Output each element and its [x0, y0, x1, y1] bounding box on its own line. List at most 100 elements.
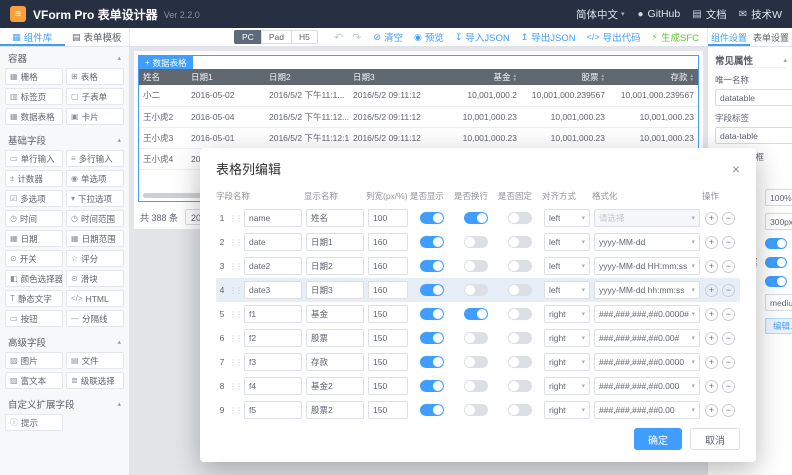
widget-item[interactable]: ▭按钮: [5, 310, 63, 327]
widget-item[interactable]: ▦数据表格: [5, 108, 63, 125]
toggle-switch[interactable]: [765, 276, 787, 287]
wrap-column-switch[interactable]: [464, 380, 488, 392]
widget-item[interactable]: ⊙开关: [5, 250, 63, 267]
widget-item[interactable]: ◧颜色选择器: [5, 270, 63, 287]
show-column-switch[interactable]: [420, 356, 444, 368]
widget-item[interactable]: ◷时间范围: [66, 210, 124, 227]
display-name-input[interactable]: 股票: [306, 329, 364, 347]
panel-tab[interactable]: ▤表单模板: [65, 28, 130, 46]
display-name-input[interactable]: 存款: [306, 353, 364, 371]
column-width-input[interactable]: 150: [368, 377, 408, 395]
fixed-column-switch[interactable]: [508, 332, 532, 344]
show-column-switch[interactable]: [420, 212, 444, 224]
drag-handle-icon[interactable]: ⋮⋮: [228, 334, 242, 343]
remove-column-button[interactable]: −: [722, 212, 735, 225]
remove-column-button[interactable]: −: [722, 332, 735, 345]
edit-columns-button[interactable]: 编辑...: [765, 318, 792, 334]
common-props-header[interactable]: 常见属性 ▴: [715, 52, 787, 68]
show-column-switch[interactable]: [420, 404, 444, 416]
property-input[interactable]: 300px: [765, 213, 792, 230]
redo-icon[interactable]: ↷: [352, 31, 361, 44]
wrap-column-switch[interactable]: [464, 308, 488, 320]
field-name-input[interactable]: name: [244, 209, 302, 227]
widget-item[interactable]: ▦日期: [5, 230, 63, 247]
toolbar-action-button[interactable]: ⚡生成SFC: [652, 30, 699, 44]
add-column-button[interactable]: +: [705, 260, 718, 273]
field-name-input[interactable]: f2: [244, 329, 302, 347]
add-column-button[interactable]: +: [705, 332, 718, 345]
toolbar-action-button[interactable]: ↥导出JSON: [521, 30, 576, 44]
property-select[interactable]: medium▾: [765, 294, 792, 311]
widget-item[interactable]: ⓘ提示: [5, 414, 63, 431]
column-width-input[interactable]: 160: [368, 257, 408, 275]
fixed-column-switch[interactable]: [508, 260, 532, 272]
field-name-input[interactable]: f5: [244, 401, 302, 419]
add-column-button[interactable]: +: [705, 356, 718, 369]
align-select[interactable]: left▾: [544, 209, 590, 227]
align-select[interactable]: right▾: [544, 377, 590, 395]
widget-item[interactable]: ◷时间: [5, 210, 63, 227]
format-select[interactable]: 请选择▾: [594, 209, 700, 227]
fixed-column-switch[interactable]: [508, 284, 532, 296]
column-header[interactable]: 存款▲▼: [609, 69, 698, 85]
widget-item[interactable]: ⊝滑块: [66, 270, 124, 287]
display-name-input[interactable]: 姓名: [306, 209, 364, 227]
remove-column-button[interactable]: −: [722, 404, 735, 417]
show-column-switch[interactable]: [420, 308, 444, 320]
widget-item[interactable]: ▾下拉选项: [66, 190, 124, 207]
align-select[interactable]: left▾: [544, 233, 590, 251]
widget-item[interactable]: </>HTML: [66, 290, 124, 307]
column-width-input[interactable]: 150: [368, 305, 408, 323]
remove-column-button[interactable]: −: [722, 380, 735, 393]
toolbar-action-button[interactable]: ◉预览: [414, 30, 444, 44]
header-link[interactable]: ●GitHub: [638, 8, 681, 20]
column-header[interactable]: 姓名: [139, 69, 187, 85]
property-input[interactable]: 100%: [765, 189, 792, 206]
toggle-switch[interactable]: [765, 238, 787, 249]
field-name-input[interactable]: date: [244, 233, 302, 251]
drag-handle-icon[interactable]: ⋮⋮: [228, 262, 242, 271]
device-button[interactable]: Pad: [261, 30, 292, 44]
display-name-input[interactable]: 基金2: [306, 377, 364, 395]
column-header[interactable]: 基金▲▼: [433, 69, 521, 85]
fixed-column-switch[interactable]: [508, 404, 532, 416]
format-select[interactable]: ###,###,###,##0.0000#▾: [594, 305, 700, 323]
align-select[interactable]: right▾: [544, 401, 590, 419]
align-select[interactable]: left▾: [544, 257, 590, 275]
format-select[interactable]: yyyy-MM-dd hh:mm:ss▾: [594, 281, 700, 299]
remove-column-button[interactable]: −: [722, 260, 735, 273]
widget-item[interactable]: ▢子表单: [66, 88, 124, 105]
field-name-input[interactable]: f3: [244, 353, 302, 371]
sidebar-section-header[interactable]: 高级字段▴: [0, 334, 129, 350]
remove-column-button[interactable]: −: [722, 236, 735, 249]
align-select[interactable]: right▾: [544, 305, 590, 323]
widget-item[interactable]: ▥标签页: [5, 88, 63, 105]
widget-item[interactable]: ☑多选项: [5, 190, 63, 207]
wrap-column-switch[interactable]: [464, 236, 488, 248]
cancel-button[interactable]: 取消: [690, 428, 740, 450]
field-name-input[interactable]: date3: [244, 281, 302, 299]
widget-item[interactable]: ⊞表格: [66, 68, 124, 85]
drag-handle-icon[interactable]: ⋮⋮: [228, 406, 242, 415]
column-width-input[interactable]: 160: [368, 233, 408, 251]
widget-item[interactable]: —分隔线: [66, 310, 124, 327]
widget-item[interactable]: ▭单行输入: [5, 150, 63, 167]
drag-handle-icon[interactable]: ⋮⋮: [228, 214, 242, 223]
wrap-column-switch[interactable]: [464, 332, 488, 344]
remove-column-button[interactable]: −: [722, 284, 735, 297]
sort-icon[interactable]: ▲▼: [601, 74, 605, 81]
toolbar-action-button[interactable]: ↧导入JSON: [455, 30, 510, 44]
toggle-switch[interactable]: [765, 257, 787, 268]
remove-column-button[interactable]: −: [722, 356, 735, 369]
column-width-input[interactable]: 150: [368, 329, 408, 347]
header-link[interactable]: ▤文档: [692, 7, 726, 22]
widget-item[interactable]: ▦栅格: [5, 68, 63, 85]
language-selector[interactable]: 简体中文 ▾: [576, 7, 625, 22]
drag-handle-icon[interactable]: ⋮⋮: [228, 358, 242, 367]
column-width-input[interactable]: 160: [368, 281, 408, 299]
field-name-input[interactable]: f4: [244, 377, 302, 395]
show-column-switch[interactable]: [420, 236, 444, 248]
settings-tab[interactable]: 组件设置: [708, 28, 750, 46]
column-header[interactable]: 股票▲▼: [521, 69, 609, 85]
drag-handle-icon[interactable]: ⋮⋮: [228, 310, 242, 319]
